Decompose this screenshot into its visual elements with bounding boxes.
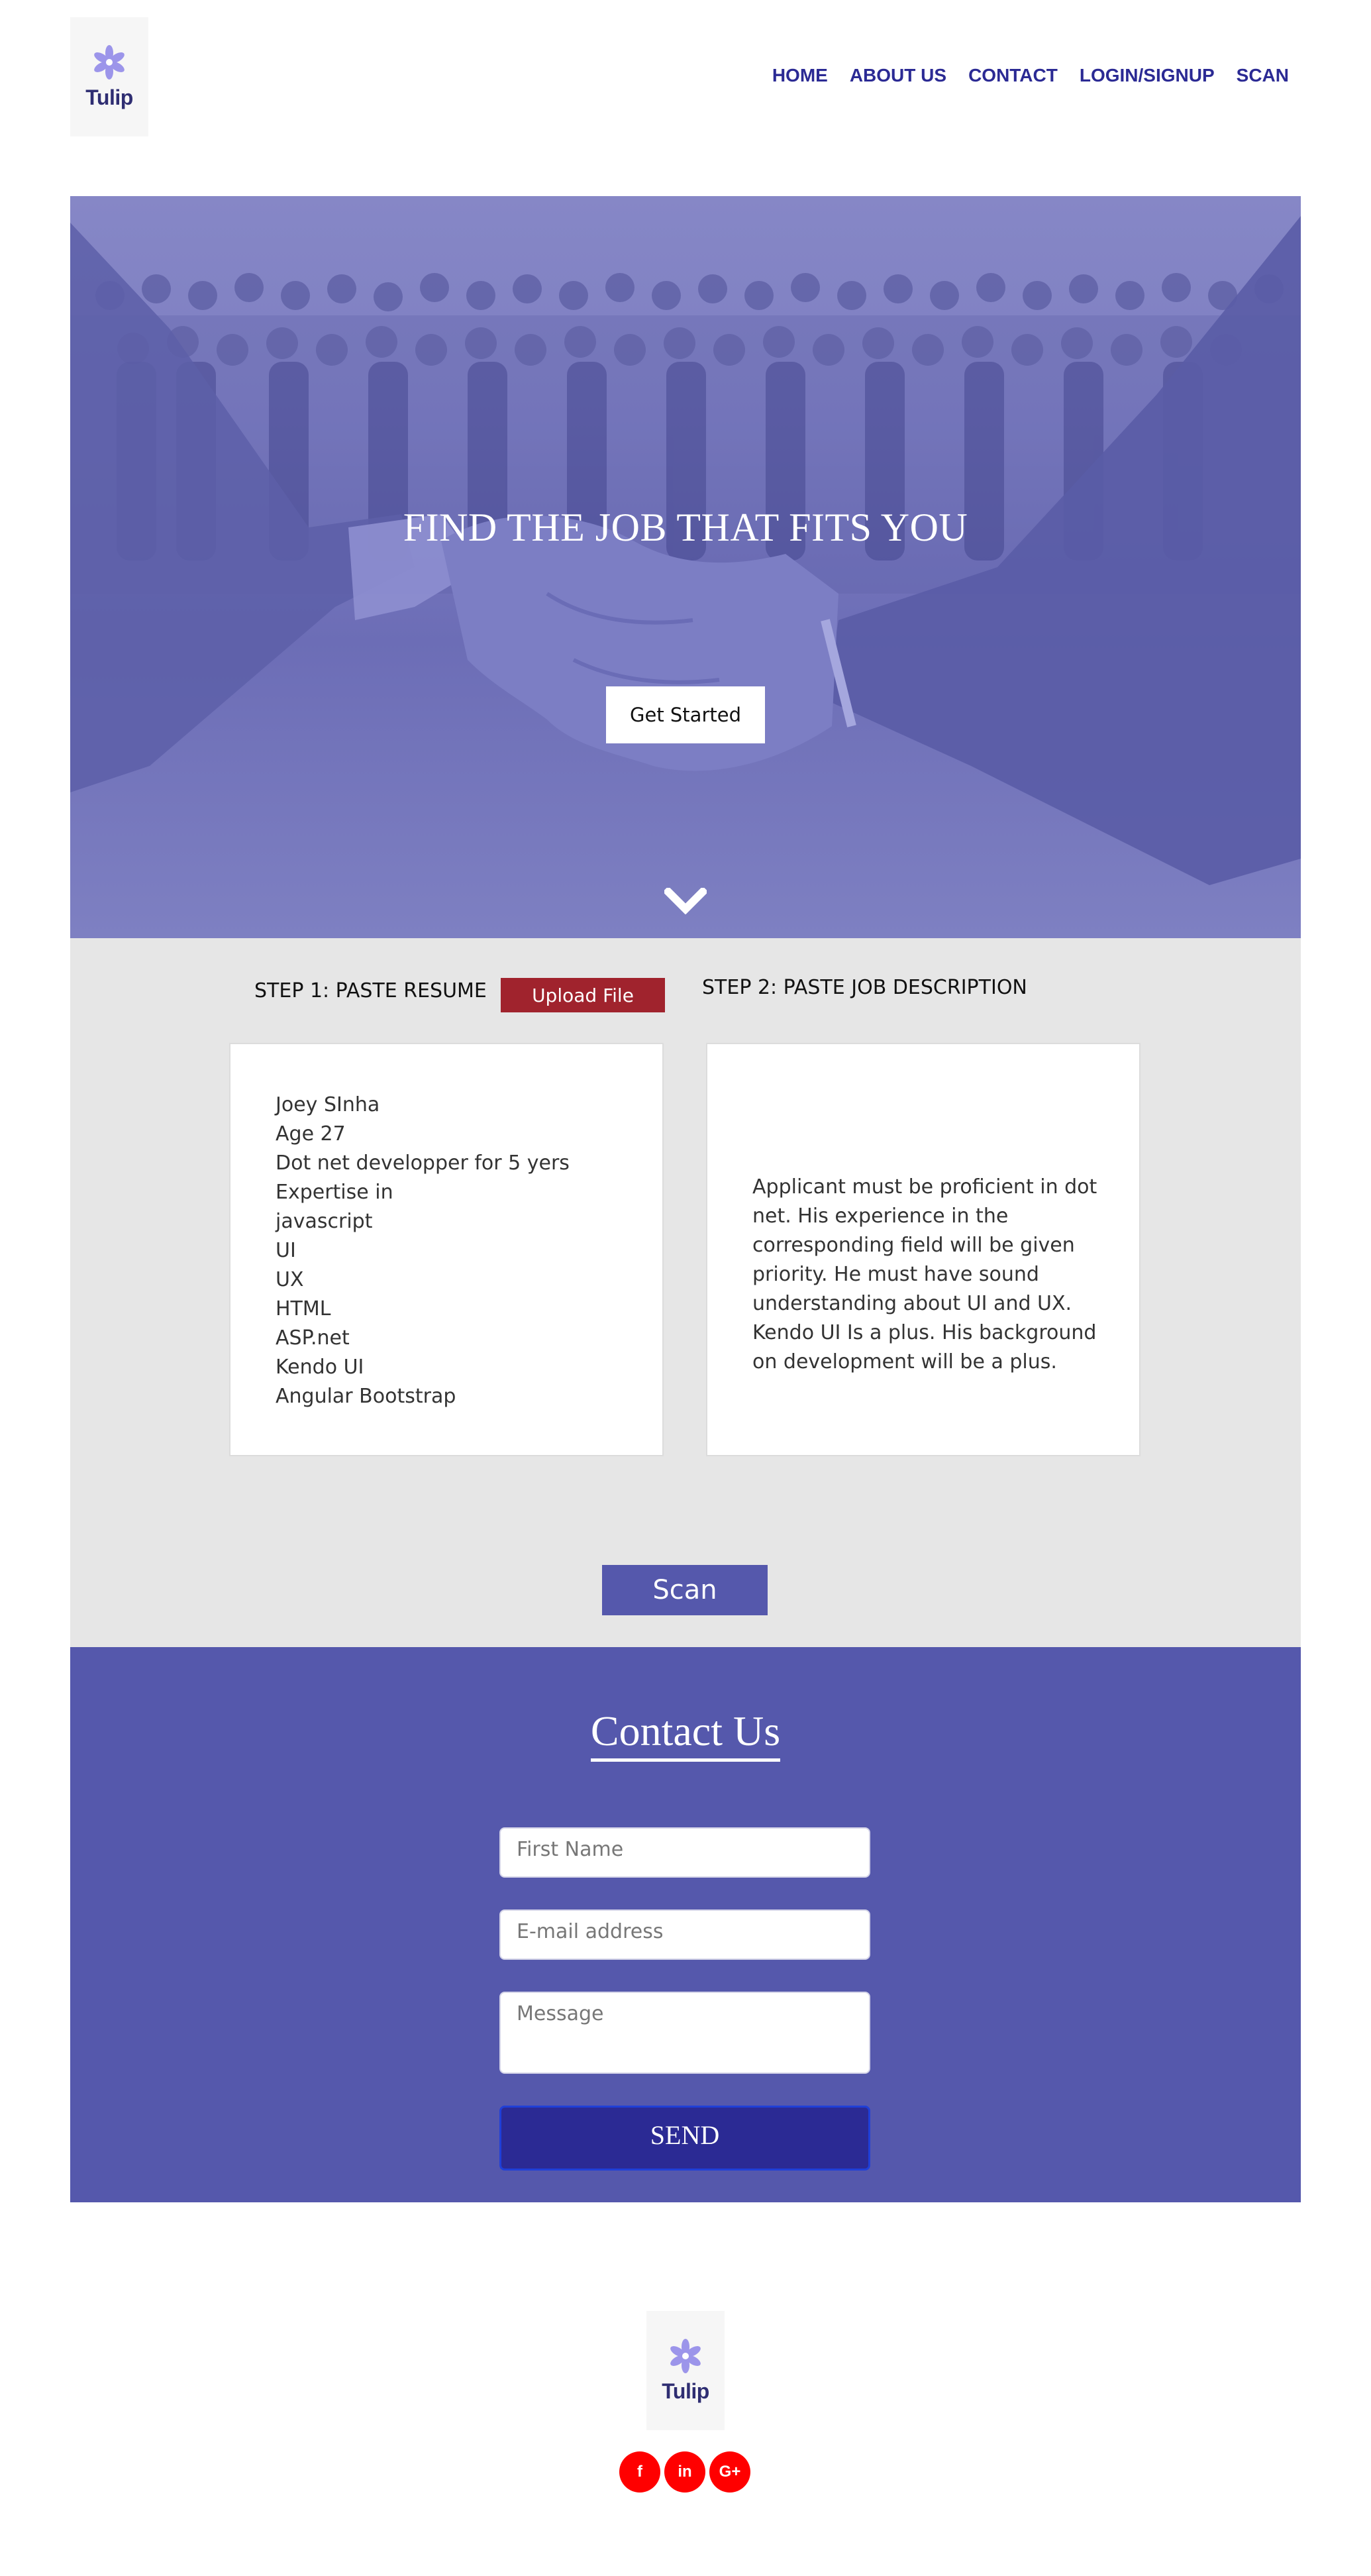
- get-started-button[interactable]: Get Started: [606, 686, 765, 743]
- main-nav: HOME ABOUT US CONTACT LOGIN/SIGNUP SCAN: [772, 65, 1289, 86]
- header-logo[interactable]: Tulip: [70, 17, 148, 136]
- resume-line: HTML: [276, 1297, 331, 1320]
- resume-line: Expertise in: [276, 1181, 393, 1204]
- nav-login-signup[interactable]: LOGIN/SIGNUP: [1080, 65, 1215, 86]
- linkedin-icon[interactable]: in: [664, 2451, 705, 2493]
- first-name-field[interactable]: First Name: [499, 1827, 870, 1878]
- tulip-flower-icon: [670, 2338, 701, 2373]
- contact-title-underline: [591, 1758, 780, 1762]
- resume-line: ASP.net: [276, 1326, 350, 1350]
- scan-button[interactable]: Scan: [602, 1565, 768, 1615]
- logo-text: Tulip: [85, 85, 133, 109]
- nav-about-us[interactable]: ABOUT US: [850, 65, 946, 86]
- resume-line: UI: [276, 1239, 296, 1262]
- hero-banner: FIND THE JOB THAT FITS YOU Get Started: [70, 196, 1301, 938]
- email-field[interactable]: E-mail address: [499, 1909, 870, 1960]
- resume-line: javascript: [276, 1210, 373, 1233]
- tulip-flower-icon: [94, 44, 125, 80]
- resume-textarea[interactable]: Joey SInha Age 27 Dot net developper for…: [229, 1043, 664, 1456]
- facebook-icon[interactable]: f: [619, 2451, 660, 2493]
- send-button[interactable]: SEND: [499, 2106, 870, 2171]
- job-description-text: Applicant must be proficient in dot net.…: [752, 1175, 1097, 1373]
- contact-section: Contact Us First Name E-mail address Mes…: [70, 1647, 1301, 2202]
- resume-line: Joey SInha: [276, 1093, 380, 1116]
- resume-text: Joey SInha Age 27 Dot net developper for…: [276, 1091, 570, 1411]
- logo-text: Tulip: [662, 2379, 709, 2403]
- chevron-down-icon[interactable]: [664, 888, 707, 914]
- nav-contact[interactable]: CONTACT: [968, 65, 1058, 86]
- footer-logo[interactable]: Tulip: [646, 2311, 725, 2430]
- message-field[interactable]: Message: [499, 1992, 870, 2074]
- step2-label: STEP 2: PASTE JOB DESCRIPTION: [702, 976, 1027, 999]
- nav-scan[interactable]: SCAN: [1237, 65, 1289, 86]
- resume-line: UX: [276, 1268, 304, 1291]
- google-plus-icon[interactable]: G+: [709, 2451, 750, 2493]
- step1-label: STEP 1: PASTE RESUME: [254, 979, 487, 1002]
- nav-home[interactable]: HOME: [772, 65, 828, 86]
- social-links: f in G+: [619, 2451, 750, 2493]
- hero-title: FIND THE JOB THAT FITS YOU: [403, 506, 968, 549]
- resume-line: Angular Bootstrap: [276, 1385, 456, 1408]
- resume-line: Age 27: [276, 1122, 346, 1146]
- resume-line: Dot net developper for 5 yers: [276, 1152, 570, 1175]
- upload-file-button[interactable]: Upload File: [501, 978, 665, 1012]
- contact-title: Contact Us: [590, 1707, 781, 1754]
- job-description-textarea[interactable]: Applicant must be proficient in dot net.…: [706, 1043, 1141, 1456]
- resume-scan-section: STEP 1: PASTE RESUME Upload File STEP 2:…: [70, 938, 1301, 1647]
- hero-handshake-image: [70, 216, 1301, 885]
- resume-line: Kendo UI: [276, 1356, 364, 1379]
